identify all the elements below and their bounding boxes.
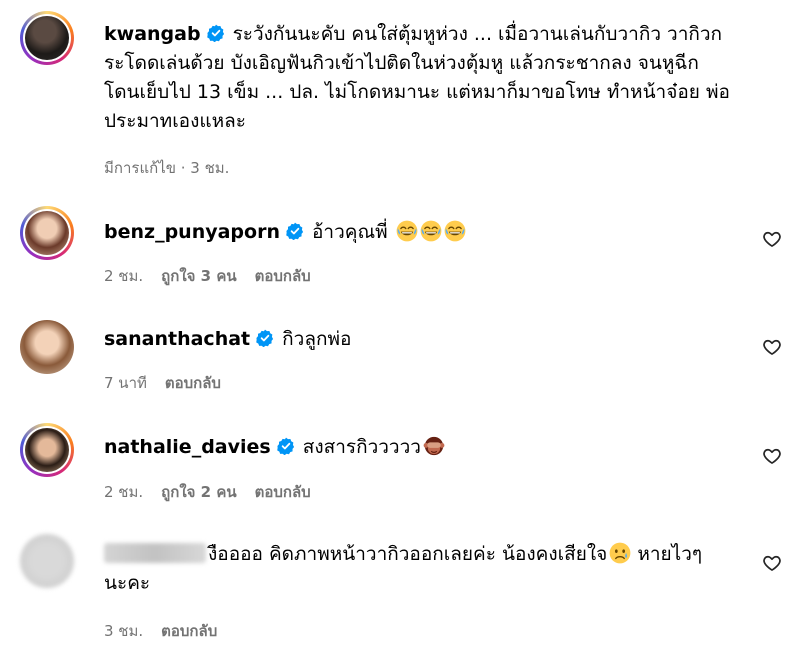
comment-likes[interactable]: ถูกใจ 3 คน [161,267,236,285]
comment-username[interactable]: benz_punyaporn [104,221,280,243]
avatar[interactable] [20,320,74,374]
avatar[interactable] [20,206,74,260]
reply-button[interactable]: ตอบกลับ [161,622,217,640]
face-with-tears-of-joy-icon [396,220,418,242]
heart-icon[interactable] [762,553,782,573]
comment-text-block: nathalie_davies สงสารกิววววว [104,433,740,462]
comment-text-block: kwangab ระวังกันนะคับ คนใส่ตุ้มหูห่วง ...… [104,20,740,136]
comment-time[interactable]: 2 ชม. [104,483,143,501]
comment-text: กิวลูกพ่อ [282,328,352,350]
comment-username[interactable]: nathalie_davies [104,436,271,458]
comment-meta: 2 ชม. ถูกใจ 2 คน ตอบกลับ [104,480,329,504]
comment-text-block: sananthachat กิวลูกพ่อ [104,325,740,354]
comment-text: สงสารกิววววว [302,436,421,458]
reply-button[interactable]: ตอบกลับ [165,374,221,392]
comment-username[interactable]: sananthachat [104,328,250,350]
blurred-username[interactable] [104,543,206,563]
comment-text: งืออออ คิดภาพหน้าวากิวออกเลยค่ะ น้องคงเส… [208,543,608,565]
comment-edited-time: มีการแก้ไข · 3 ชม. [104,159,230,177]
heart-icon[interactable] [762,229,782,249]
comment-likes[interactable]: ถูกใจ 2 คน [161,483,236,501]
comment-meta: 7 นาที ตอบกลับ [104,371,239,395]
sad-but-relieved-face-icon [609,542,631,564]
comment-text-block: benz_punyaporn อ้าวคุณพี่ [104,218,740,247]
comment-time[interactable]: 7 นาที [104,374,147,392]
comment-time[interactable]: 3 ชม. [104,622,143,640]
avatar[interactable] [20,11,74,65]
verified-badge-icon [286,222,304,240]
see-no-evil-monkey-icon [423,435,445,457]
reply-button[interactable]: ตอบกลับ [255,483,311,501]
heart-icon[interactable] [762,337,782,357]
avatar[interactable] [20,423,74,477]
avatar[interactable] [20,534,74,588]
comment-text: อ้าวคุณพี่ [311,221,388,243]
comment-meta: 2 ชม. ถูกใจ 3 คน ตอบกลับ [104,264,329,288]
comment-meta: 3 ชม. ตอบกลับ [104,619,235,643]
heart-icon[interactable] [762,446,782,466]
face-with-tears-of-joy-icon [420,220,442,242]
verified-badge-icon [256,329,274,347]
verified-badge-icon [207,24,225,42]
comment-text-block: งืออออ คิดภาพหน้าวากิวออกเลยค่ะ น้องคงเส… [104,540,720,598]
comment-time[interactable]: 2 ชม. [104,267,143,285]
comment-username[interactable]: kwangab [104,23,201,45]
reply-button[interactable]: ตอบกลับ [255,267,311,285]
face-with-tears-of-joy-icon [444,220,466,242]
verified-badge-icon [277,437,295,455]
comment-meta: มีการแก้ไข · 3 ชม. [104,156,229,180]
